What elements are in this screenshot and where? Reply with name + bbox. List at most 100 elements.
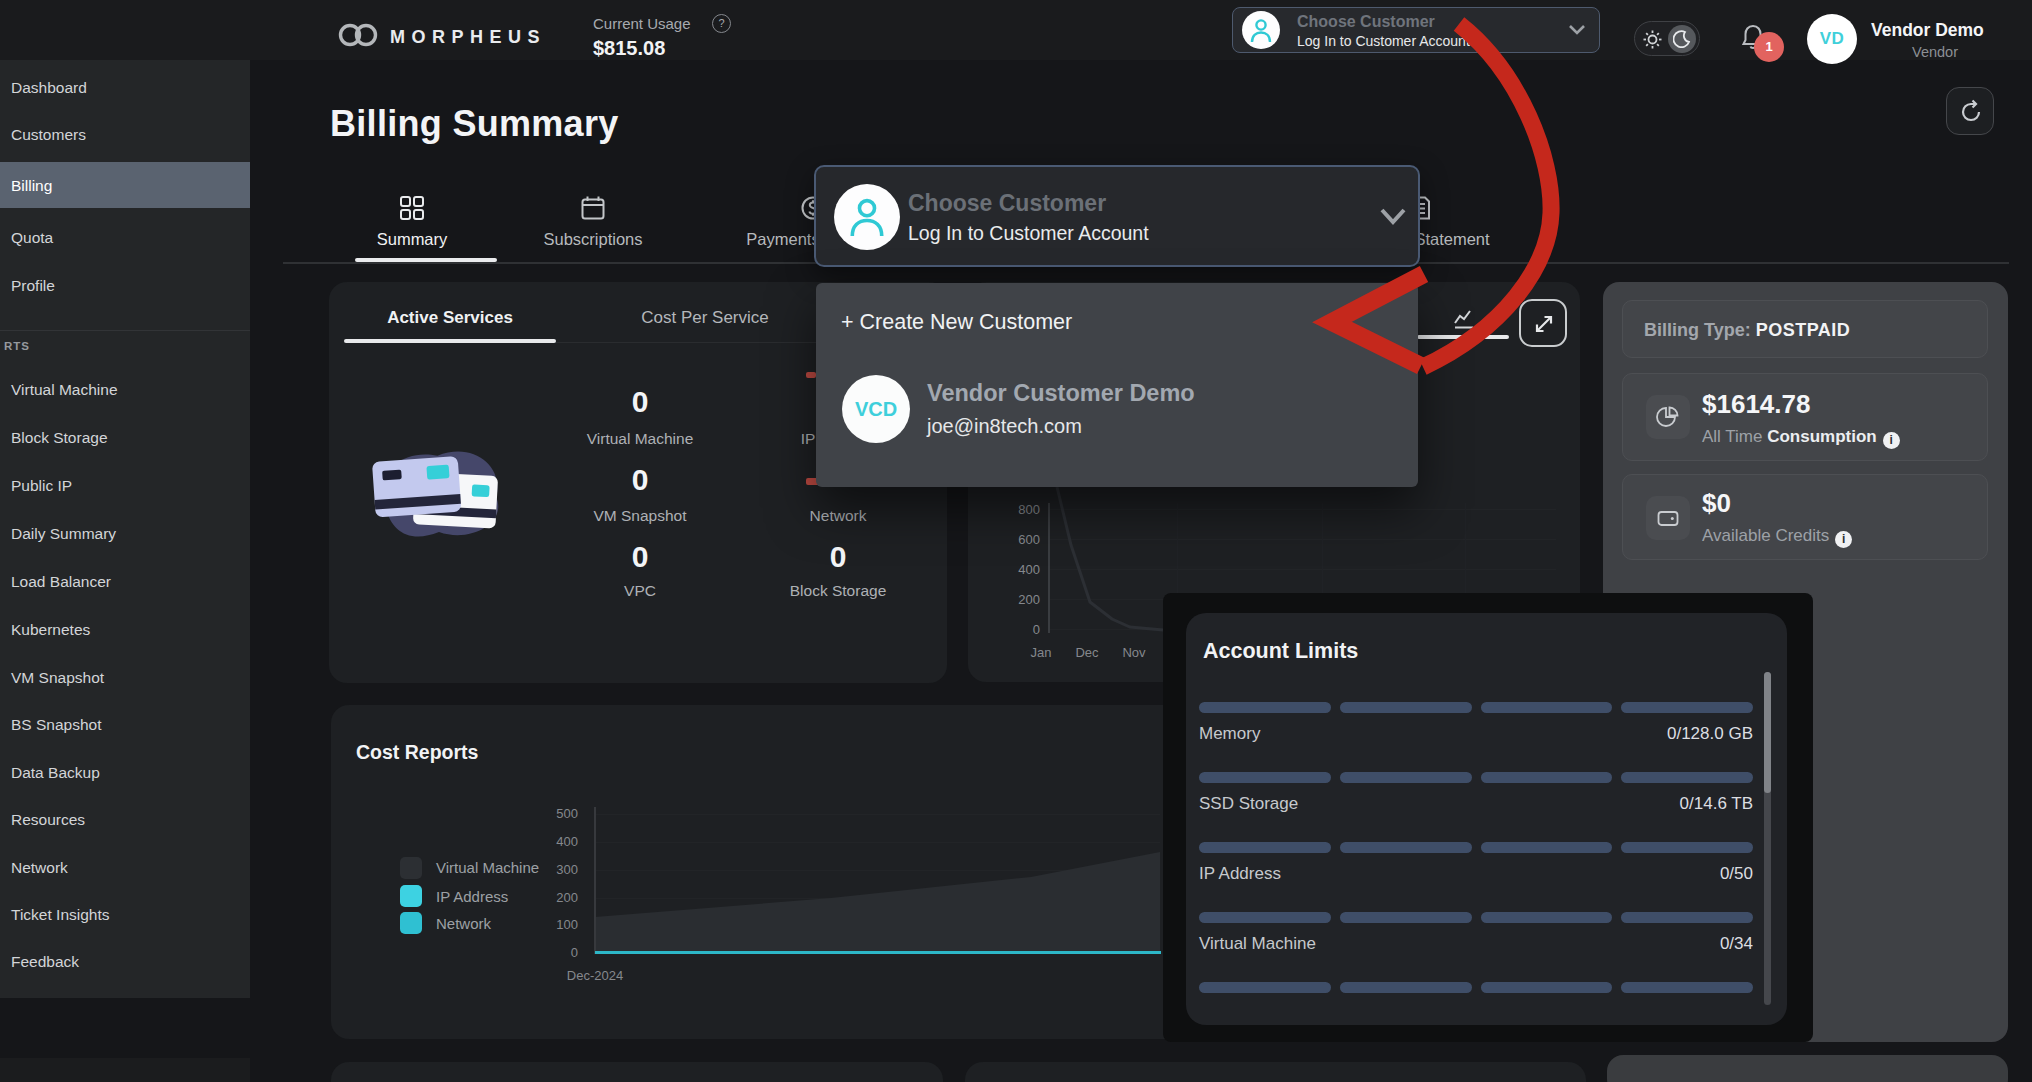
bottom-card-right [965,1062,1586,1082]
sidebar-item-feedback[interactable]: Feedback [11,950,241,974]
ip-progress-bar [1199,842,1753,853]
pie-chart-icon [1656,405,1680,429]
morpheus-logo-icon [334,21,382,49]
sun-icon [1643,30,1662,49]
limit-ip-label: IP Address [1199,862,1281,886]
chevron-down-icon [1376,205,1410,229]
extra-progress-bar [1199,982,1753,993]
sidebar-item-profile[interactable]: Profile [11,274,241,298]
theme-toggle[interactable] [1634,21,1700,56]
consumption-box: $1614.78 All Time Consumptioni [1622,373,1988,461]
credits-box: $0 Available Creditsi [1622,474,1988,560]
person-icon [849,196,885,240]
user-avatar[interactable]: VD [1807,14,1857,64]
chevron-down-icon [1567,23,1587,37]
current-usage-label: Current Usage [593,14,691,34]
customer-menu-item[interactable]: VCD Vendor Customer Demo joe@in8tech.com [816,361,1418,471]
topbar: MORPHEUS Current Usage ? $815.08 Choose … [0,0,2032,60]
usage-help-icon[interactable]: ? [712,14,731,33]
create-new-customer-item[interactable]: + Create New Customer [841,307,1072,337]
vm-progress-bar [1199,912,1753,923]
cost-xtick: Dec-2024 [545,967,645,985]
billing-type-box: Billing Type: POSTPAID [1622,300,1988,358]
stat-network-label: Network [738,505,938,527]
customer-initials-avatar: VCD [842,375,910,443]
stat-block-storage-value: 0 [738,539,938,575]
stat-block-storage-label: Block Storage [738,580,938,602]
stat-vpc-value: 0 [540,539,740,575]
sidebar-item-ticket-insights[interactable]: Ticket Insights [11,903,241,927]
limit-memory-value: 0/128.0 GB [1667,722,1753,746]
refresh-button[interactable] [1946,87,1994,135]
notification-badge: 1 [1754,32,1784,62]
limit-vm-value: 0/34 [1720,932,1753,956]
customer-avatar-icon [834,184,900,250]
limit-ip-value: 0/50 [1720,862,1753,886]
sidebar-item-daily-summary[interactable]: Daily Summary [11,522,241,546]
subscriptions-tab-icon [580,195,606,221]
sidebar-footer-space [0,1058,250,1082]
available-credits-label: Available Creditsi [1702,525,1852,547]
sidebar-divider [0,330,250,331]
tab-active-services[interactable]: Active Services [344,306,556,330]
card-active-tab-underline [344,339,556,343]
bottom-card-billing-panel [1607,1055,2008,1082]
info-icon[interactable]: i [1883,432,1900,449]
customer-dropdown-menu: + Create New Customer VCD Vendor Custome… [816,283,1418,487]
sidebar-item-kubernetes[interactable]: Kubernetes [11,618,241,642]
refresh-icon [1958,99,1984,125]
limit-ssd-label: SSD Storage [1199,792,1298,816]
choose-customer-header-button[interactable]: Choose Customer Log In to Customer Accou… [1232,7,1600,53]
wallet-icon [1656,506,1680,530]
sidebar-item-load-balancer[interactable]: Load Balancer [11,570,241,594]
limit-ssd-value: 0/14.6 TB [1680,792,1753,816]
dropdown-title: Choose Customer [908,188,1106,218]
tab-summary[interactable]: Summary [342,227,482,251]
all-time-consumption-amount: $1614.78 [1702,386,1810,422]
user-role: Vendor [1871,43,1999,61]
customer-email: joe@in8tech.com [927,413,1082,439]
page-title: Billing Summary [330,101,619,147]
tab-cost-per-service[interactable]: Cost Per Service [595,306,815,330]
sidebar-item-block-storage[interactable]: Block Storage [11,426,241,450]
sidebar-item-resources[interactable]: Resources [11,808,241,832]
account-limits-panel: Account Limits Memory 0/128.0 GB SSD Sto… [1186,613,1787,1025]
all-time-consumption-label: All Time Consumptioni [1702,426,1900,448]
wallet-icon-box [1646,496,1690,540]
limit-memory-label: Memory [1199,722,1260,746]
current-usage-value: $815.08 [593,36,665,60]
sidebar-item-data-backup[interactable]: Data Backup [11,761,241,785]
info-icon[interactable]: i [1835,531,1852,548]
limit-vm-label: Virtual Machine [1199,932,1316,956]
summary-tab-icon [399,195,425,221]
billing-type-label: Billing Type: [1644,320,1751,340]
sidebar-section-label: RTS [4,338,30,354]
sidebar-item-customers[interactable]: Customers [11,123,241,147]
morpheus-billing-app: MORPHEUS Current Usage ? $815.08 Choose … [0,0,2032,1082]
choose-customer-title: Choose Customer [1297,12,1435,32]
stat-vm-snapshot-label: VM Snapshot [540,505,740,527]
credit-cards-illustration [354,424,524,548]
cost-chart-y-axis [594,807,596,954]
sidebar-item-public-ip[interactable]: Public IP [11,474,241,498]
account-limits-title: Account Limits [1203,637,1358,665]
choose-customer-dropdown-button[interactable]: Choose Customer Log In to Customer Accou… [814,165,1420,267]
sidebar-item-network[interactable]: Network [11,856,241,880]
pie-chart-icon-box [1646,395,1690,439]
sidebar-item-bs-snapshot[interactable]: BS Snapshot [11,713,241,737]
sidebar-item-dashboard[interactable]: Dashboard [11,76,241,100]
sidebar-item-vm-snapshot[interactable]: VM Snapshot [11,666,241,690]
customer-avatar-icon [1242,11,1280,49]
sidebar: Dashboard Customers Billing Quota Profil… [0,60,250,998]
stat-vm-snapshot-value: 0 [540,462,740,498]
tab-subscriptions[interactable]: Subscriptions [513,227,673,251]
person-icon [1250,18,1272,44]
sidebar-item-quota[interactable]: Quota [11,226,241,250]
sidebar-item-virtual-machine[interactable]: Virtual Machine [11,378,241,402]
billing-type-value: POSTPAID [1756,320,1851,340]
sidebar-item-billing[interactable]: Billing [11,174,241,198]
stat-virtual-machine-value: 0 [540,384,740,420]
dropdown-subtitle: Log In to Customer Account [908,220,1149,246]
customer-name: Vendor Customer Demo [927,378,1195,408]
scrollbar-thumb[interactable] [1764,672,1771,793]
